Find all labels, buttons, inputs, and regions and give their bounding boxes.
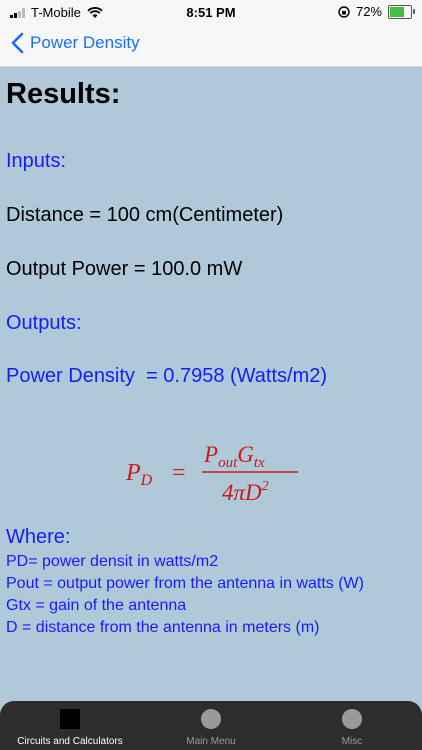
formula-num-g: G: [237, 442, 254, 467]
tab-bar: Circuits and Calculators Main Menu Misc: [0, 701, 422, 750]
tab-misc[interactable]: Misc: [282, 701, 422, 750]
status-right: 72%: [338, 4, 415, 19]
distance-value: Distance = 100 cm(Centimeter): [6, 204, 284, 226]
chevron-left-icon: [11, 32, 24, 54]
svg-text:PoutGtx: PoutGtx: [203, 442, 265, 471]
battery-percent: 72%: [355, 4, 382, 19]
power-density-formula: PD = PoutGtx 4πD2: [126, 442, 298, 505]
where-line-pd: PD= power densit in watts/m2: [6, 553, 219, 570]
where-line-gtx: Gtx = gain of the antenna: [6, 597, 187, 614]
battery-icon: [388, 4, 415, 19]
formula-num-sub1: out: [218, 455, 238, 471]
status-bar: T-Mobile 8:51 PM 72%: [0, 0, 422, 24]
output-power-value: Output Power = 100.0 mW: [6, 258, 243, 280]
where-line-pout: Pout = output power from the antenna in …: [6, 575, 364, 592]
tab-label: Misc: [341, 736, 363, 747]
formula-lhs-sub: D: [140, 472, 153, 489]
tab-circuits-and-calculators[interactable]: Circuits and Calculators: [0, 701, 140, 750]
formula-lhs: P: [126, 460, 141, 486]
circle-icon: [201, 709, 221, 729]
power-density-value: Power Density = 0.7958 (Watts/m2): [6, 365, 328, 387]
formula-num-p: P: [203, 442, 218, 467]
formula-den: 4πD: [222, 480, 262, 505]
back-button-label: Power Density: [30, 33, 140, 52]
circle-icon: [342, 709, 362, 729]
square-icon: [60, 709, 80, 729]
page-title: Results:: [6, 78, 121, 110]
tab-label: Main Menu: [186, 736, 236, 747]
rotation-lock-icon: [338, 5, 350, 18]
tab-label: Circuits and Calculators: [17, 736, 123, 747]
formula-num-sub2: tx: [254, 455, 265, 471]
formula-den-sup: 2: [262, 479, 269, 494]
outputs-label: Outputs:: [6, 312, 82, 334]
tab-main-menu[interactable]: Main Menu: [141, 701, 281, 750]
back-button[interactable]: Power Density: [10, 32, 140, 54]
svg-text:=: =: [172, 460, 186, 486]
svg-text:PD: PD: [126, 460, 153, 489]
svg-text:4πD2: 4πD2: [222, 479, 269, 505]
inputs-label: Inputs:: [6, 150, 67, 172]
nav-bar: Power Density: [0, 24, 422, 67]
where-line-d: D = distance from the antenna in meters …: [6, 619, 320, 636]
where-heading: Where:: [6, 526, 71, 548]
